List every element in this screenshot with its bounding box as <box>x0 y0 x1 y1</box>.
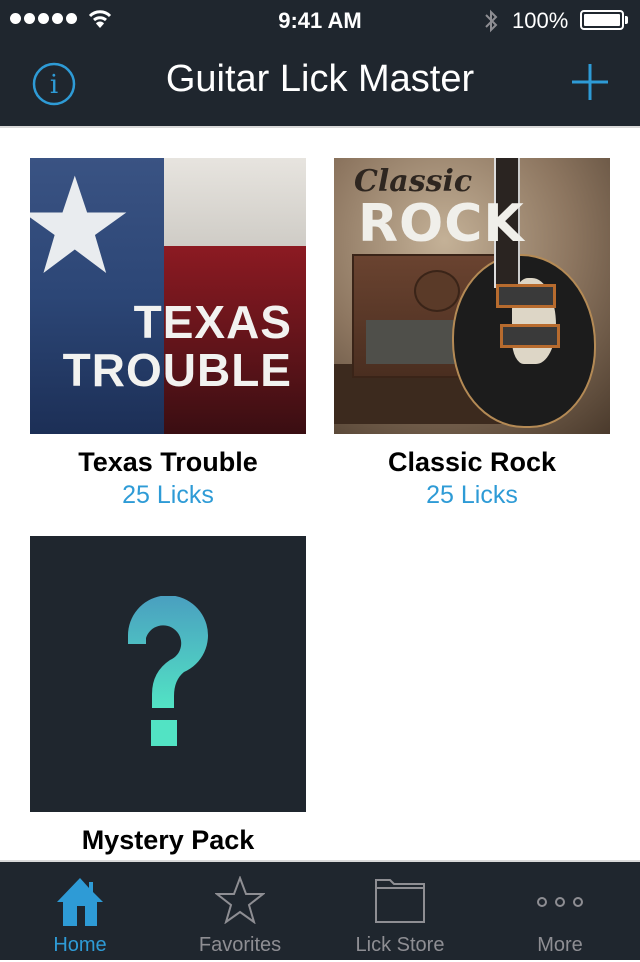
pack-name: Texas Trouble <box>78 447 258 477</box>
battery-percent: 100% <box>512 8 569 33</box>
folder-icon <box>375 879 425 923</box>
battery-icon <box>580 10 624 30</box>
tab-favorites[interactable]: Favorites <box>160 862 320 962</box>
pack-tile-mystery-pack[interactable]: Mystery Pack <box>30 536 306 856</box>
battery-tip <box>625 16 628 24</box>
pack-art-title: ROCK <box>358 194 525 254</box>
pack-name: Classic Rock <box>387 447 557 477</box>
pack-lick-count: 25 Licks <box>426 481 518 509</box>
tab-lick-store[interactable]: Lick Store <box>320 862 480 962</box>
home-icon <box>57 878 103 926</box>
question-mark-icon <box>127 596 208 746</box>
page-title: Guitar Lick Master <box>165 58 475 100</box>
bluetooth-icon <box>485 9 498 33</box>
tab-home[interactable]: Home <box>0 862 160 962</box>
tab-label: Lick Store <box>355 934 445 956</box>
plus-icon[interactable] <box>570 62 610 102</box>
pack-art-classic-rock[interactable]: Classic ROCK <box>334 158 610 434</box>
more-icon <box>537 897 583 907</box>
pack-art-mystery[interactable] <box>30 536 306 812</box>
tab-more[interactable]: More <box>480 862 640 962</box>
pack-name: Mystery Pack <box>81 825 255 855</box>
star-icon <box>215 876 265 924</box>
star-art-icon <box>30 175 127 274</box>
pack-art-title: TEXAS TROUBLE <box>62 296 292 396</box>
pack-grid: TEXAS TROUBLE Texas Trouble 25 Licks Cla… <box>0 128 640 860</box>
pack-tile-classic-rock[interactable]: Classic ROCK Classic Rock 25 Licks <box>334 158 610 510</box>
pack-art-texas-trouble[interactable]: TEXAS TROUBLE <box>30 158 306 434</box>
pack-tile-texas-trouble[interactable]: TEXAS TROUBLE Texas Trouble 25 Licks <box>30 158 306 510</box>
tab-label: Favorites <box>198 934 282 956</box>
tab-label: Home <box>53 934 107 956</box>
tab-label: More <box>537 934 583 956</box>
status-bar: 9:41 AM 100% <box>0 0 640 40</box>
pack-lick-count: 25 Licks <box>122 481 214 509</box>
navigation-bar: i Guitar Lick Master <box>0 40 640 128</box>
tab-bar: Home Favorites Lick Store More <box>0 860 640 960</box>
